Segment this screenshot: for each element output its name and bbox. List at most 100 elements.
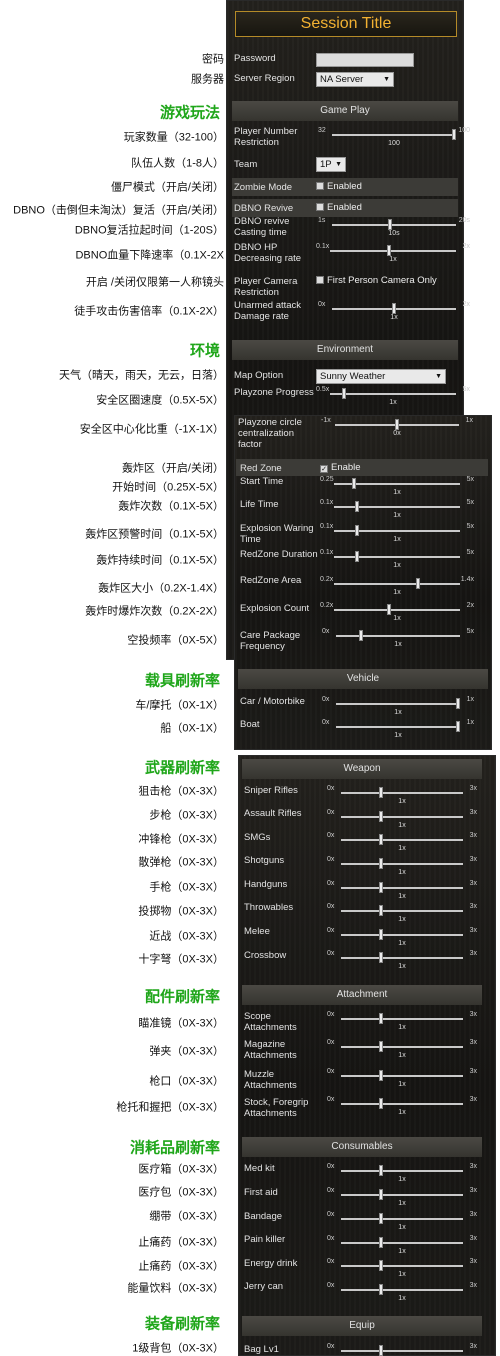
slider-thumb[interactable]: [379, 1098, 384, 1109]
slider-thumb[interactable]: [354, 525, 359, 536]
slider-thumb[interactable]: [451, 129, 456, 140]
slider-jerry[interactable]: 0x 3x 1x: [327, 1282, 477, 1304]
slider-track[interactable]: [341, 1265, 463, 1267]
slider-thumb[interactable]: [379, 1041, 384, 1052]
slider-thumb[interactable]: [358, 630, 363, 641]
slider-zone-center[interactable]: -1x 1x 0x: [321, 417, 473, 439]
slider-muzzle[interactable]: 0x 3x 1x: [327, 1068, 477, 1090]
slider-track[interactable]: [341, 934, 463, 936]
slider-track[interactable]: [341, 863, 463, 865]
slider-thumb[interactable]: [379, 1237, 384, 1248]
slider-medkit[interactable]: 0x 3x 1x: [327, 1163, 477, 1185]
slider-track[interactable]: [341, 839, 463, 841]
slider-track[interactable]: [334, 609, 460, 611]
slider-dbno-time[interactable]: 1s 20s 10s: [318, 217, 470, 239]
slider-track[interactable]: [336, 703, 460, 705]
zombie-mode-checkbox[interactable]: Enabled: [316, 181, 362, 192]
slider-track[interactable]: [341, 1350, 463, 1352]
slider-care[interactable]: 0x 5x 1x: [322, 628, 474, 650]
slider-thumb[interactable]: [392, 303, 396, 314]
slider-boat[interactable]: 0x 1x 1x: [322, 719, 474, 741]
slider-dbno-hp[interactable]: 0.1x 2x 1x: [316, 243, 470, 265]
slider-crossbow[interactable]: 0x 3x 1x: [327, 950, 477, 972]
slider-thumb[interactable]: [416, 578, 421, 589]
slider-thumb[interactable]: [379, 1284, 384, 1295]
slider-track[interactable]: [332, 134, 456, 136]
slider-thumb[interactable]: [388, 219, 393, 230]
slider-painkiller[interactable]: 0x 3x 1x: [327, 1235, 477, 1257]
slider-thumb[interactable]: [379, 1345, 384, 1356]
slider-thumb[interactable]: [379, 811, 384, 822]
slider-track[interactable]: [341, 1018, 463, 1020]
slider-thumb[interactable]: [379, 787, 384, 798]
slider-thumb[interactable]: [387, 245, 392, 256]
slider-mag[interactable]: 0x 3x 1x: [327, 1039, 477, 1061]
slider-smg[interactable]: 0x 3x 1x: [327, 832, 477, 854]
slider-rz-area[interactable]: 0.2x 1.4x 1x: [320, 576, 474, 598]
slider-track[interactable]: [334, 583, 460, 585]
map-option-select[interactable]: Sunny Weather ▼: [316, 369, 446, 384]
slider-thumb[interactable]: [379, 1213, 384, 1224]
slider-track[interactable]: [336, 726, 460, 728]
slider-thumb[interactable]: [379, 1013, 384, 1024]
slider-rz-dur[interactable]: 0.1x 5x 1x: [320, 549, 474, 571]
slider-thumb[interactable]: [379, 1070, 384, 1081]
slider-thumb[interactable]: [379, 929, 384, 940]
slider-melee[interactable]: 0x 3x 1x: [327, 927, 477, 949]
slider-unarmed[interactable]: 0x 2x 1x: [318, 301, 470, 323]
slider-thumb[interactable]: [455, 698, 460, 709]
slider-track[interactable]: [334, 556, 460, 558]
slider-track[interactable]: [334, 530, 460, 532]
slider-thumb[interactable]: [379, 952, 384, 963]
slider-throw[interactable]: 0x 3x 1x: [327, 903, 477, 925]
team-select[interactable]: 1P ▼: [316, 157, 346, 172]
slider-sniper[interactable]: 0x 3x 1x: [327, 785, 477, 807]
slider-track[interactable]: [341, 1242, 463, 1244]
slider-track[interactable]: [341, 1218, 463, 1220]
slider-thumb[interactable]: [379, 905, 384, 916]
slider-rifle[interactable]: 0x 3x 1x: [327, 809, 477, 831]
slider-rz-warn[interactable]: 0.1x 5x 1x: [320, 523, 474, 545]
slider-thumb[interactable]: [379, 1260, 384, 1271]
slider-track[interactable]: [332, 224, 456, 226]
slider-track[interactable]: [341, 910, 463, 912]
slider-rz-explode[interactable]: 0.2x 2x 1x: [320, 602, 474, 624]
slider-track[interactable]: [341, 1194, 463, 1196]
slider-track[interactable]: [330, 393, 456, 395]
slider-scope[interactable]: 0x 3x 1x: [327, 1011, 477, 1033]
slider-thumb[interactable]: [455, 721, 460, 732]
slider-thumb[interactable]: [354, 501, 359, 512]
password-input[interactable]: [316, 53, 414, 67]
slider-thumb[interactable]: [352, 478, 357, 489]
first-person-checkbox[interactable]: First Person Camera Only: [316, 275, 437, 286]
slider-thumb[interactable]: [354, 551, 359, 562]
server-region-select[interactable]: NA Server ▼: [316, 72, 394, 87]
slider-track[interactable]: [341, 1103, 463, 1105]
slider-track[interactable]: [341, 792, 463, 794]
slider-thumb[interactable]: [387, 604, 392, 615]
slider-shotgun[interactable]: 0x 3x 1x: [327, 856, 477, 878]
slider-thumb[interactable]: [341, 388, 346, 399]
slider-players[interactable]: 32 100 100: [318, 127, 470, 149]
slider-thumb[interactable]: [379, 1165, 384, 1176]
slider-energy[interactable]: 0x 3x 1x: [327, 1258, 477, 1280]
slider-track[interactable]: [341, 1289, 463, 1291]
slider-track[interactable]: [341, 816, 463, 818]
slider-bandage[interactable]: 0x 3x 1x: [327, 1211, 477, 1233]
slider-track[interactable]: [334, 506, 460, 508]
slider-handgun[interactable]: 0x 3x 1x: [327, 880, 477, 902]
slider-firstaid[interactable]: 0x 3x 1x: [327, 1187, 477, 1209]
slider-rz-count[interactable]: 0.1x 5x 1x: [320, 499, 474, 521]
slider-track[interactable]: [336, 635, 460, 637]
dbno-revive-checkbox[interactable]: Enabled: [316, 202, 362, 213]
slider-track[interactable]: [330, 250, 456, 252]
slider-thumb[interactable]: [379, 858, 384, 869]
slider-track[interactable]: [341, 887, 463, 889]
slider-thumb[interactable]: [379, 882, 384, 893]
slider-car[interactable]: 0x 1x 1x: [322, 696, 474, 718]
slider-track[interactable]: [341, 1075, 463, 1077]
slider-thumb[interactable]: [379, 1189, 384, 1200]
slider-zone-speed[interactable]: 0.5x 5x 1x: [316, 386, 470, 408]
slider-track[interactable]: [341, 957, 463, 959]
slider-bag1[interactable]: 0x3x1x: [327, 1343, 477, 1356]
